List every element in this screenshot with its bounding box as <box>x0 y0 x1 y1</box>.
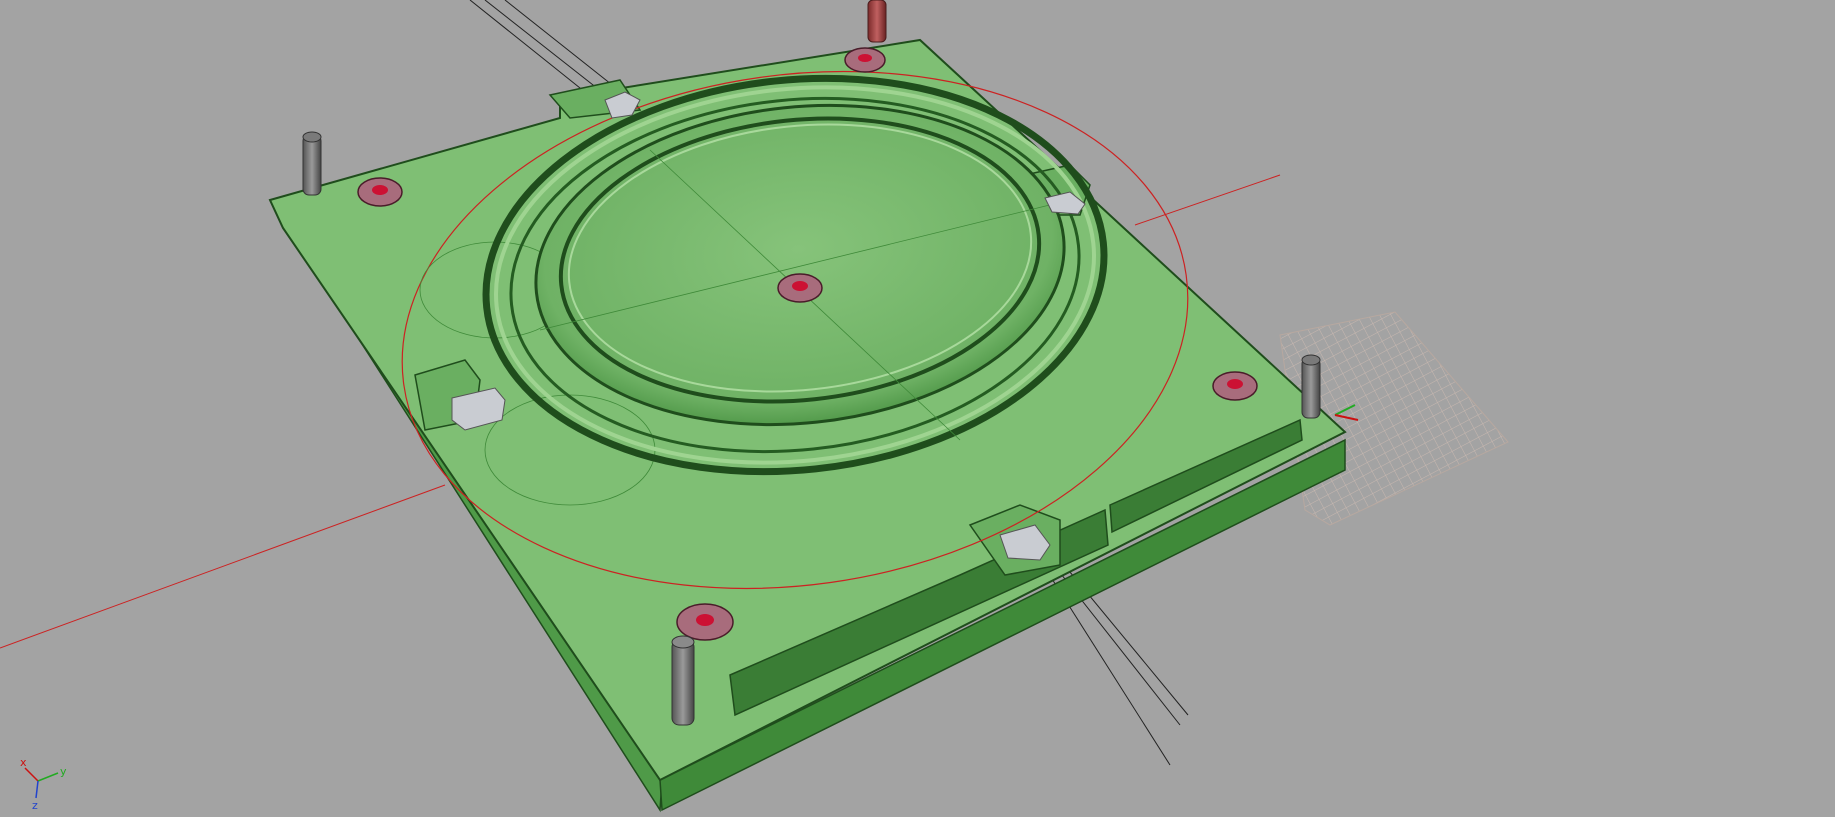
guide-pin-bottom-left <box>671 635 695 726</box>
axis-x-label: x <box>20 756 27 769</box>
guide-pin-top-red <box>867 0 887 43</box>
axis-z-line <box>35 780 39 799</box>
screw-hole-top <box>844 47 886 73</box>
axis-z-label: z <box>32 799 38 812</box>
screw-hole-right <box>1212 371 1258 401</box>
screw-hole-bottom-left <box>676 603 734 641</box>
model-canvas[interactable]: x y z <box>0 0 1835 817</box>
axis-y-line <box>37 772 59 782</box>
screw-hole-top-left <box>357 177 403 207</box>
axis-x-line <box>24 767 39 782</box>
guide-pin-right <box>1301 354 1321 419</box>
screw-hole-center <box>777 273 823 303</box>
guide-pin-top-left <box>302 131 322 196</box>
axis-triad: x y z <box>20 756 67 812</box>
axis-y-label: y <box>60 765 67 778</box>
3d-model-viewport[interactable]: x y z <box>0 0 1835 817</box>
